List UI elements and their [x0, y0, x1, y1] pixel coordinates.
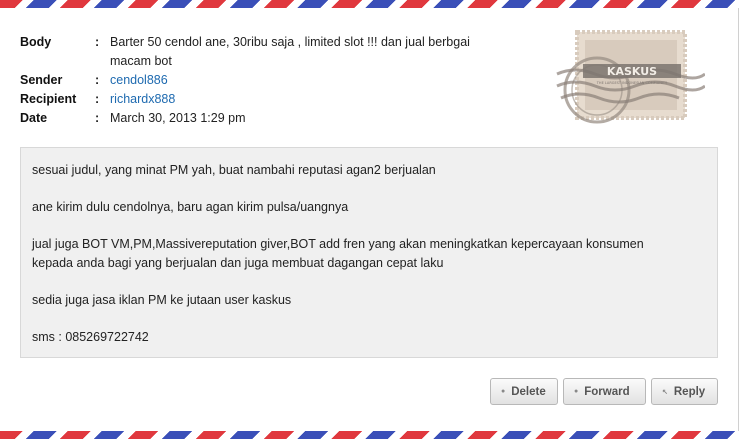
delete-label: Delete: [511, 385, 546, 398]
kaskus-stamp: KASKUS THE LARGEST INDONESIAN COMMUNITY: [555, 28, 706, 130]
body-value: Barter 50 cendol ane, 30ribu saja , limi…: [110, 33, 490, 71]
recipient-label: Recipient: [20, 92, 77, 106]
reply-label: Reply: [673, 385, 706, 398]
colon: :: [95, 73, 100, 87]
delete-button[interactable]: ● Delete: [490, 378, 558, 405]
stamp-tagline: THE LARGEST INDONESIAN COMMUNITY: [596, 81, 668, 85]
bullet-icon: ●: [501, 388, 506, 395]
colon: :: [95, 35, 100, 49]
recipient-link[interactable]: richardx888: [110, 90, 490, 109]
body-line-2: macam bot: [110, 54, 172, 68]
message-paragraph-2: ane kirim dulu cendolnya, baru agan kiri…: [32, 200, 349, 214]
sender-link[interactable]: cendol886: [110, 71, 490, 90]
reply-button[interactable]: ↖ Reply: [651, 378, 718, 405]
bullet-icon: ●: [574, 388, 579, 395]
stamp-logo-text: KASKUS: [607, 65, 657, 78]
message-paragraph-3-line-1: jual juga BOT VM,PM,Massivereputation gi…: [32, 237, 644, 251]
sender-row: Sender : cendol886: [20, 71, 490, 90]
date-value: March 30, 2013 1:29 pm: [110, 111, 246, 125]
airmail-border-bottom: [0, 431, 739, 439]
date-label: Date: [20, 111, 48, 125]
message-paragraph-5: sms : 085269722742: [32, 330, 149, 344]
forward-label: Forward: [584, 385, 630, 398]
message-meta: Body : Barter 50 cendol ane, 30ribu saja…: [20, 33, 490, 128]
message-paragraph-3-line-2: kepada anda bagi yang berjualan dan juga…: [32, 256, 444, 270]
forward-button[interactable]: ● Forward: [563, 378, 646, 405]
colon: :: [95, 92, 100, 106]
body-row: Body : Barter 50 cendol ane, 30ribu saja…: [20, 33, 490, 71]
postmark-icon: KASKUS THE LARGEST INDONESIAN COMMUNITY: [556, 30, 706, 124]
airmail-border-top: [0, 0, 739, 8]
message-paragraph-4: sedia juga jasa iklan PM ke jutaan user …: [32, 293, 292, 307]
colon: :: [95, 111, 100, 125]
body-label: Body: [20, 35, 52, 49]
recipient-row: Recipient : richardx888: [20, 90, 490, 109]
message-paragraph-1: sesuai judul, yang minat PM yah, buat na…: [32, 163, 436, 177]
body-line-1: Barter 50 cendol ane, 30ribu saja , limi…: [110, 35, 470, 49]
message-body: sesuai judul, yang minat PM yah, buat na…: [20, 147, 718, 358]
reply-arrow-icon: ↖: [662, 388, 668, 396]
message-actions: ● Delete ● Forward ↖ Reply: [490, 378, 718, 405]
sender-label: Sender: [20, 73, 63, 87]
date-row: Date : March 30, 2013 1:29 pm: [20, 109, 490, 128]
